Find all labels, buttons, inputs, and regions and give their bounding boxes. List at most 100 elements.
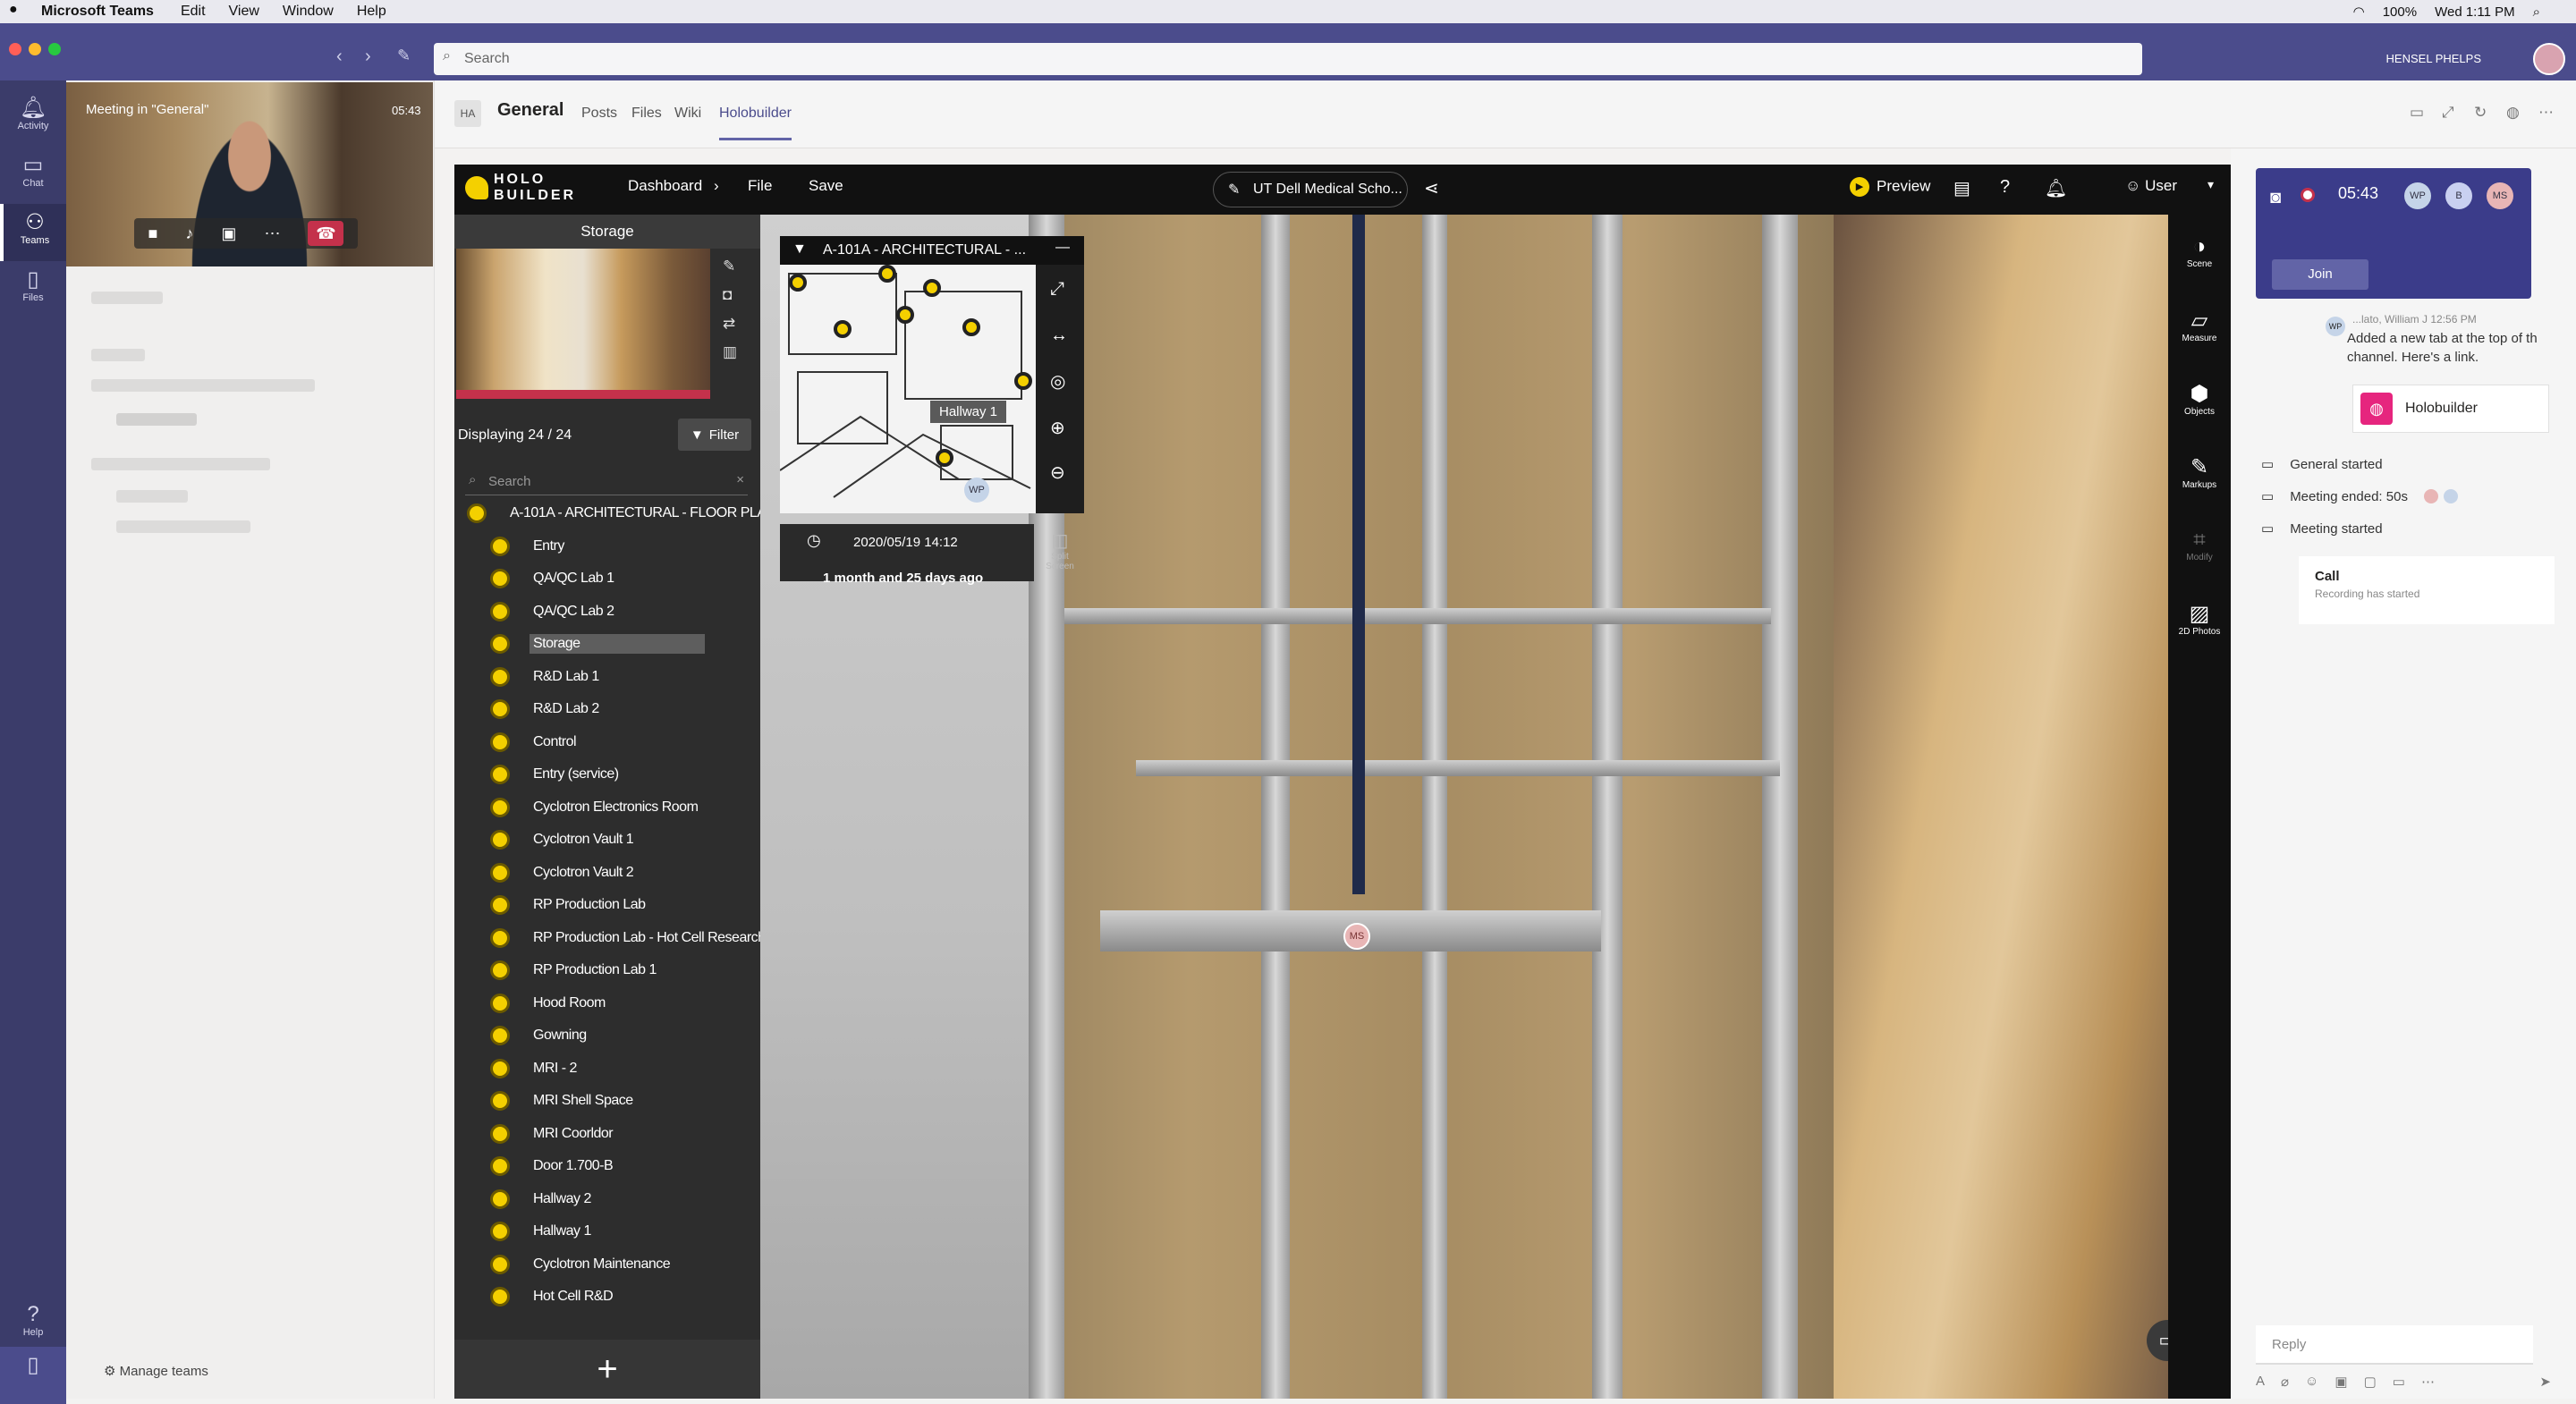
chevron-down-icon[interactable]: ▾ <box>2207 177 2214 192</box>
zoom-in-icon[interactable]: ⊕ <box>1050 417 1065 439</box>
user-menu[interactable]: ☺ User <box>2125 177 2177 195</box>
rail-item-mobile[interactable]: ▯ <box>0 1347 66 1404</box>
more-icon[interactable]: ⋯ <box>264 224 280 243</box>
attach-icon[interactable]: ⌀ <box>2281 1374 2289 1390</box>
scene-item[interactable]: Hot Cell R&D <box>454 1281 760 1314</box>
help-icon[interactable]: ? <box>2000 177 2010 198</box>
scene-search-input[interactable]: ⌕ Search × <box>465 469 748 495</box>
compose-icon[interactable]: ✎ <box>397 47 411 65</box>
map-scene-pin[interactable] <box>1014 372 1032 390</box>
scene-item[interactable]: Hood Room <box>454 987 760 1020</box>
collapse-icon[interactable]: ▼ <box>792 241 807 258</box>
scene-item[interactable]: Entry <box>454 530 760 563</box>
scene-item[interactable]: QA/QC Lab 1 <box>454 562 760 596</box>
tool-measure[interactable]: ▱ Measure <box>2168 308 2231 343</box>
split-screen-button[interactable]: ◫ Split Screen <box>1038 524 1082 581</box>
scene-item[interactable]: RP Production Lab - Hot Cell Research <box>454 922 760 955</box>
scene-item[interactable]: RP Production Lab <box>454 889 760 922</box>
share-screen-icon[interactable]: ▣ <box>221 224 236 243</box>
tool-objects[interactable]: ⬢ Objects <box>2168 381 2231 417</box>
reload-icon[interactable]: ↻ <box>2474 104 2487 122</box>
share-icon[interactable]: ⋖ <box>1424 177 1439 199</box>
tab-holobuilder[interactable]: Holobuilder <box>719 106 792 140</box>
apple-icon[interactable]: ● <box>9 2 18 18</box>
scene-item[interactable]: RP Production Lab 1 <box>454 954 760 987</box>
tool-markups[interactable]: ✎ Markups <box>2168 454 2231 490</box>
scene-item[interactable]: QA/QC Lab 2 <box>454 596 760 629</box>
tab-posts[interactable]: Posts <box>581 106 617 122</box>
project-selector[interactable]: ✎ UT Dell Medical Scho... <box>1213 172 1408 207</box>
call-recording-card[interactable]: Call Recording has started <box>2299 556 2555 624</box>
rail-item-chat[interactable]: ▭ Chat <box>0 147 66 204</box>
blurred-channel[interactable] <box>116 413 197 426</box>
tool-scene[interactable]: ◑ Scene <box>2168 234 2231 269</box>
hang-up-icon[interactable]: ☎ <box>308 221 344 246</box>
scene-item[interactable]: Hallway 1 <box>454 1215 760 1248</box>
capture-date[interactable]: 2020/05/19 14:12 <box>853 535 958 550</box>
locate-icon[interactable]: ◎ <box>1050 370 1065 393</box>
minimize-icon[interactable]: — <box>1055 240 1070 256</box>
emoji-icon[interactable]: ☺ <box>2305 1374 2318 1390</box>
menu-view[interactable]: View <box>229 4 259 20</box>
search-input[interactable]: ⌕ Search <box>434 43 2142 75</box>
scene-item[interactable]: R&D Lab 1 <box>454 661 760 694</box>
tool-2d-photos[interactable]: ▨ 2D Photos <box>2168 601 2231 637</box>
app-menu[interactable]: Microsoft Teams <box>41 4 154 20</box>
user-avatar[interactable] <box>2533 43 2565 75</box>
participant-avatar[interactable]: MS <box>2487 182 2513 209</box>
menu-window[interactable]: Window <box>283 4 334 20</box>
org-name[interactable]: HENSEL PHELPS <box>2386 52 2481 65</box>
scene-item-selected[interactable]: Storage <box>454 628 760 661</box>
tab-wiki[interactable]: Wiki <box>674 106 701 122</box>
expand-icon[interactable]: ⤢ <box>2442 104 2454 122</box>
save-button[interactable]: Save <box>809 177 843 195</box>
battery-label[interactable]: 100% <box>2383 4 2417 20</box>
preview-button[interactable]: ▶ Preview <box>1850 177 1930 197</box>
message-avatar[interactable]: WP <box>2326 317 2345 336</box>
holobuilder-logo[interactable]: HOLO BUILDER <box>465 172 573 206</box>
scene-item[interactable]: MRI Shell Space <box>454 1085 760 1118</box>
fullscreen-icon[interactable]: ⤢ <box>1050 279 1064 300</box>
map-scene-pin[interactable] <box>878 265 896 283</box>
camera-icon[interactable]: ■ <box>148 224 158 243</box>
scene-item[interactable]: Cyclotron Vault 2 <box>454 857 760 890</box>
scene-item[interactable]: R&D Lab 2 <box>454 693 760 726</box>
rail-item-activity[interactable]: 🔔︎ Activity <box>0 89 66 147</box>
fit-width-icon[interactable]: ↔ <box>1050 326 1068 346</box>
zoom-out-icon[interactable]: ⊖ <box>1050 461 1065 484</box>
map-user-avatar[interactable]: WP <box>964 478 989 503</box>
meet-icon[interactable]: ▭ <box>2393 1374 2405 1390</box>
format-icon[interactable]: A <box>2256 1374 2265 1390</box>
blurred-channel[interactable] <box>116 520 250 533</box>
scene-item[interactable]: Hallway 2 <box>454 1183 760 1216</box>
close-window-button[interactable] <box>9 43 21 55</box>
rail-item-files[interactable]: ▯ Files <box>0 261 66 318</box>
scene-item[interactable]: MRI - 2 <box>454 1053 760 1086</box>
map-scene-pin[interactable] <box>962 318 980 336</box>
tool-modify[interactable]: ⌗ Modify <box>2168 528 2231 562</box>
sticker-icon[interactable]: ▢ <box>2364 1374 2377 1390</box>
scene-item[interactable]: Control <box>454 726 760 759</box>
trash-icon[interactable]: ▥ <box>723 343 737 361</box>
wifi-icon[interactable]: ◠ <box>2353 4 2365 20</box>
map-scene-pin[interactable] <box>923 279 941 297</box>
holobuilder-link-card[interactable]: ◍ Holobuilder <box>2352 385 2549 433</box>
spotlight-icon[interactable]: ⌕ <box>2533 4 2540 20</box>
globe-icon[interactable]: ◍ <box>2506 104 2520 122</box>
scene-item[interactable]: MRI Coorldor <box>454 1118 760 1151</box>
scene-thumbnail[interactable] <box>456 249 710 399</box>
scene-item[interactable]: Cyclotron Maintenance <box>454 1248 760 1281</box>
more-icon[interactable]: ⋯ <box>2421 1374 2435 1390</box>
add-scene-button[interactable]: + <box>454 1340 760 1399</box>
floorplan-item[interactable]: A-101A - ARCHITECTURAL - FLOOR PLAI <box>454 497 760 530</box>
filter-button[interactable]: ▼ Filter <box>678 419 751 451</box>
tab-files[interactable]: Files <box>631 106 662 122</box>
scene-item[interactable]: Cyclotron Electronics Room <box>454 791 760 825</box>
reply-input[interactable]: Reply <box>2256 1325 2533 1365</box>
swap-icon[interactable]: ⇄ <box>723 315 735 333</box>
comment-icon[interactable]: ▤ <box>1953 177 1970 199</box>
scene-item[interactable]: Entry (service) <box>454 758 760 791</box>
scene-item[interactable]: Cyclotron Vault 1 <box>454 824 760 857</box>
maximize-window-button[interactable] <box>48 43 61 55</box>
blurred-team[interactable] <box>91 458 270 470</box>
